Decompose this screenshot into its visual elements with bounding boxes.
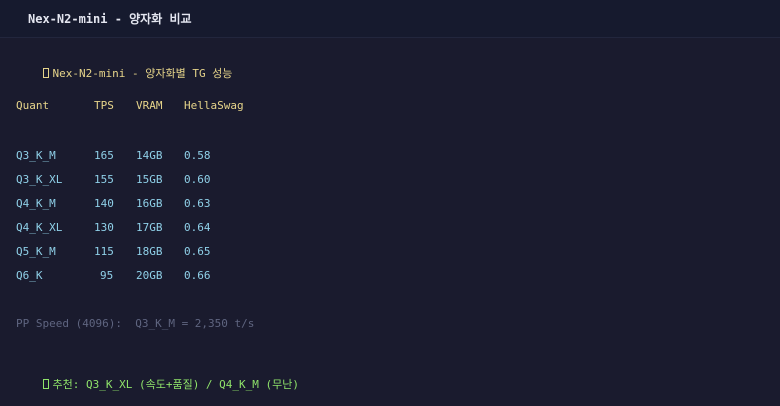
cell-vram: 18GB — [136, 245, 163, 258]
column-header-hellaswag: HellaSwag — [184, 99, 244, 112]
cell-vram: 14GB — [136, 149, 163, 162]
cell-quant: Q4_K_XL — [16, 221, 63, 234]
cell-tps: 95 — [100, 269, 114, 282]
cell-quant: Q5_K_M — [16, 245, 56, 258]
column-header-quant: Quant — [16, 99, 50, 112]
cell-hellaswag: 0.64 — [184, 221, 211, 234]
cell-vram: 16GB — [136, 197, 163, 210]
cell-hellaswag: 0.63 — [184, 197, 211, 210]
missing-glyph-icon — [42, 68, 49, 78]
window-title: Nex-N2-mini - 양자화 비교 — [28, 12, 192, 26]
recommendation-line: 추천: Q3_K_XL (속도+품질) / Q4_K_M (무난) — [16, 364, 299, 391]
report-heading: Nex-N2-mini - 양자화별 TG 성능 — [52, 67, 233, 80]
cell-vram: 17GB — [136, 221, 163, 234]
missing-glyph-icon — [42, 379, 49, 389]
report-heading-line: Nex-N2-mini - 양자화별 TG 성능 — [16, 53, 232, 80]
cell-tps: 155 — [94, 173, 114, 186]
pp-speed-line: PP Speed (4096): Q3_K_M = 2,350 t/s — [16, 317, 255, 330]
cell-tps: 165 — [94, 149, 114, 162]
column-header-vram: VRAM — [136, 99, 163, 112]
cell-vram: 15GB — [136, 173, 163, 186]
cell-vram: 20GB — [136, 269, 163, 282]
cell-quant: Q6_K — [16, 269, 43, 282]
cell-quant: Q4_K_M — [16, 197, 56, 210]
cell-quant: Q3_K_M — [16, 149, 56, 162]
recommendation-text: 추천: Q3_K_XL (속도+품질) / Q4_K_M (무난) — [52, 378, 300, 391]
cell-tps: 140 — [94, 197, 114, 210]
cell-hellaswag: 0.66 — [184, 269, 211, 282]
cell-hellaswag: 0.65 — [184, 245, 211, 258]
cell-tps: 130 — [94, 221, 114, 234]
cell-hellaswag: 0.60 — [184, 173, 211, 186]
column-header-tps: TPS — [94, 99, 114, 112]
cell-tps: 115 — [94, 245, 114, 258]
cell-quant: Q3_K_XL — [16, 173, 63, 186]
window-titlebar: Nex-N2-mini - 양자화 비교 — [0, 0, 780, 38]
terminal-output: Nex-N2-mini - 양자화별 TG 성능 Quant TPS VRAM … — [0, 38, 780, 404]
cell-hellaswag: 0.58 — [184, 149, 211, 162]
